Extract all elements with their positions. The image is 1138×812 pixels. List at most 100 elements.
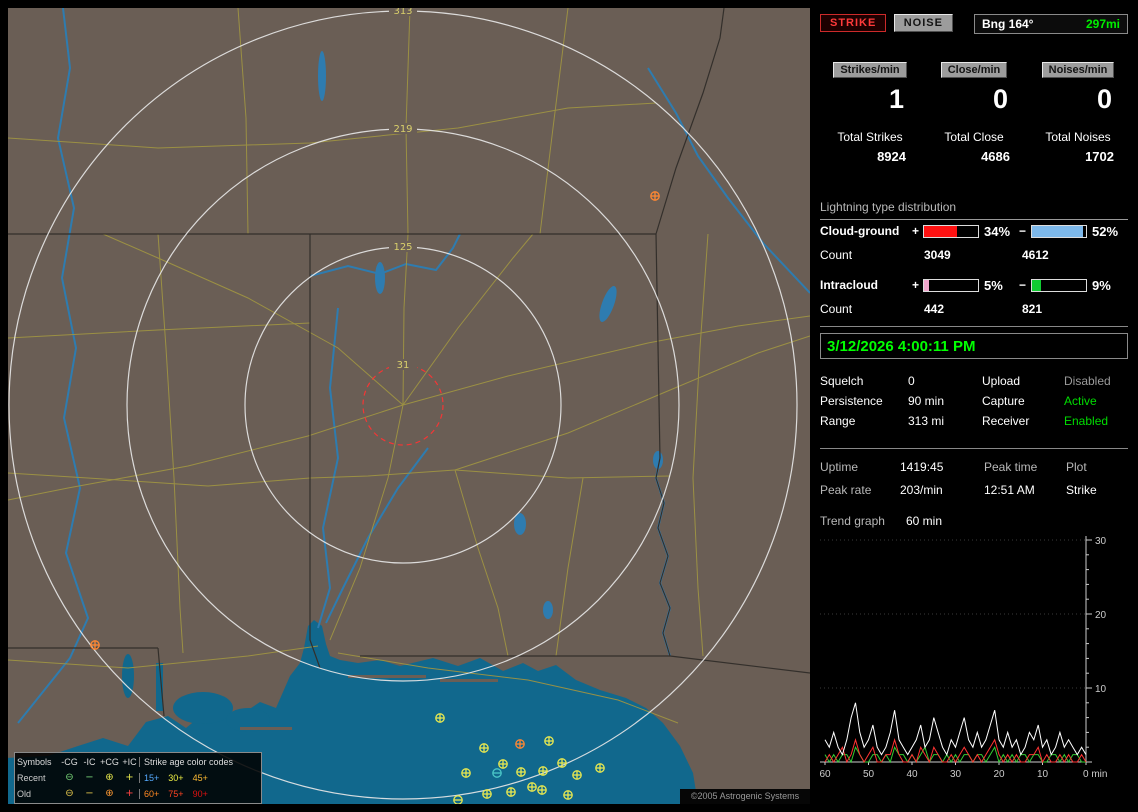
trend-graph-header: Trend graph 60 min bbox=[820, 514, 942, 528]
peak-time-label: Peak time bbox=[984, 460, 1038, 474]
cloud-ground-counts: Count 3049 4612 bbox=[820, 248, 1130, 262]
cloud-ground-plus-bar bbox=[923, 224, 979, 238]
range-value: 313 mi bbox=[908, 414, 945, 428]
plot-label: Plot bbox=[1066, 460, 1087, 474]
noises-per-min-value: 0 bbox=[1096, 84, 1112, 114]
persistence-value: 90 min bbox=[908, 394, 945, 408]
totals-row: Total Strikes 8924 Total Close 4686 Tota… bbox=[818, 130, 1130, 164]
svg-text:30: 30 bbox=[1095, 536, 1107, 547]
distribution-title: Lightning type distribution bbox=[820, 200, 1128, 220]
status-panel: STRIKE NOISE Bng 164° 297mi Strikes/min … bbox=[818, 8, 1130, 804]
age-45: 45+ bbox=[192, 773, 208, 783]
total-strikes-value: 8924 bbox=[877, 149, 906, 164]
upload-label: Upload bbox=[982, 374, 1021, 388]
pos-cg-old-icon: ⊕ bbox=[105, 788, 114, 799]
age-60: 60+ bbox=[144, 789, 160, 799]
svg-text:30: 30 bbox=[950, 769, 962, 780]
neg-cg-old-icon: ⊖ bbox=[65, 788, 74, 799]
cloud-ground-plus-pct: 34% bbox=[984, 223, 1011, 239]
svg-text:10: 10 bbox=[1037, 769, 1049, 780]
rate-buttons-row: Strikes/min Close/min Noises/min bbox=[818, 62, 1130, 78]
intracloud-minus-pct: 9% bbox=[1092, 277, 1111, 293]
close-per-min-button[interactable]: Close/min bbox=[940, 62, 1008, 78]
peak-rate-label: Peak rate bbox=[820, 483, 872, 497]
intracloud-row: Intracloud + 5% − 9% bbox=[820, 277, 1130, 293]
neg-ic-old-icon: − bbox=[85, 788, 94, 799]
receiver-label: Receiver bbox=[982, 414, 1030, 428]
minus-sign: − bbox=[1019, 224, 1027, 238]
intracloud-plus-bar bbox=[923, 278, 979, 292]
pos-cg-recent-icon: ⊕ bbox=[105, 772, 114, 783]
peak-time-value: 12:51 AM bbox=[984, 483, 1035, 497]
strike-indicator-button[interactable]: STRIKE bbox=[820, 14, 887, 32]
close-per-min-value: 0 bbox=[992, 84, 1008, 114]
intracloud-counts: Count 442 821 bbox=[820, 302, 1130, 316]
count-label: Count bbox=[820, 302, 853, 316]
svg-text:40: 40 bbox=[906, 769, 918, 780]
bearing-value: Bng 164° bbox=[982, 17, 1034, 31]
intracloud-minus-bar bbox=[1031, 278, 1087, 292]
old-age-codes: 60+ 75+ 90+ bbox=[139, 789, 259, 799]
bearing-range-value: 297mi bbox=[1085, 17, 1120, 31]
intracloud-label: Intracloud bbox=[820, 278, 879, 292]
total-strikes-label: Total Strikes bbox=[837, 130, 903, 144]
cloud-ground-row: Cloud-ground + 34% − 52% bbox=[820, 223, 1130, 239]
datetime-display: 3/12/2026 4:00:11 PM bbox=[820, 333, 1128, 359]
uptime-value: 1419:45 bbox=[900, 460, 944, 474]
receiver-status: Enabled bbox=[1064, 414, 1109, 428]
total-close-value: 4686 bbox=[981, 149, 1010, 164]
svg-text:313: 313 bbox=[393, 8, 412, 17]
divider bbox=[820, 448, 1128, 449]
age-90: 90+ bbox=[192, 789, 208, 799]
cloud-ground-plus-count: 3049 bbox=[924, 248, 951, 262]
legend-col-pos-cg: +CG bbox=[100, 757, 119, 767]
squelch-label: Squelch bbox=[820, 374, 864, 388]
strikes-per-min-value: 1 bbox=[888, 84, 904, 114]
legend-old-label: Old bbox=[17, 789, 32, 799]
trend-graph-label: Trend graph bbox=[820, 514, 885, 528]
map-canvas[interactable]: 313 219 125 31 bbox=[8, 8, 810, 804]
noises-per-min-button[interactable]: Noises/min bbox=[1041, 62, 1115, 78]
noise-indicator-button[interactable]: NOISE bbox=[893, 14, 953, 32]
intracloud-plus-pct: 5% bbox=[984, 277, 1003, 293]
neg-ic-recent-icon: − bbox=[85, 772, 94, 783]
svg-text:20: 20 bbox=[993, 769, 1005, 780]
cloud-ground-minus-pct: 52% bbox=[1092, 223, 1119, 239]
cloud-ground-minus-count: 4612 bbox=[1022, 248, 1049, 262]
peak-rate-value: 203/min bbox=[900, 483, 943, 497]
total-noises-label: Total Noises bbox=[1045, 130, 1111, 144]
rate-values-row: 1 0 0 bbox=[818, 84, 1130, 115]
age-30: 30+ bbox=[168, 773, 184, 783]
legend-col-neg-ic: -IC bbox=[83, 757, 96, 767]
capture-status: Active bbox=[1064, 394, 1097, 408]
plus-sign: + bbox=[912, 224, 920, 238]
cloud-ground-minus-bar bbox=[1031, 224, 1087, 238]
minus-sign: − bbox=[1019, 278, 1027, 292]
map-legend: Symbols -CG -IC +CG +IC Strike age color… bbox=[14, 752, 262, 804]
legend-recent-label: Recent bbox=[17, 773, 46, 783]
trend-window-value: 60 min bbox=[906, 514, 943, 528]
copyright-notice: ©2005 Astrogenic Systems bbox=[680, 789, 810, 804]
legend-age-title: Strike age color codes bbox=[139, 757, 259, 767]
cloud-ground-label: Cloud-ground bbox=[820, 224, 900, 238]
svg-text:31: 31 bbox=[397, 360, 410, 371]
pos-ic-recent-icon: + bbox=[125, 772, 134, 783]
total-close-label: Total Close bbox=[944, 130, 1004, 144]
svg-text:125: 125 bbox=[393, 242, 412, 253]
range-label: Range bbox=[820, 414, 856, 428]
pos-ic-old-icon: + bbox=[125, 788, 134, 799]
squelch-value: 0 bbox=[908, 374, 915, 388]
svg-text:50: 50 bbox=[863, 769, 875, 780]
legend-symbols-header: Symbols bbox=[17, 757, 52, 767]
svg-text:0 min: 0 min bbox=[1083, 769, 1107, 780]
count-label: Count bbox=[820, 248, 853, 262]
bearing-display: Bng 164° 297mi bbox=[974, 14, 1128, 34]
uptime-label: Uptime bbox=[820, 460, 859, 474]
settings-grid: Squelch 0 Upload Disabled Persistence 90… bbox=[820, 374, 1128, 434]
svg-text:20: 20 bbox=[1095, 610, 1107, 621]
strikes-per-min-button[interactable]: Strikes/min bbox=[833, 62, 907, 78]
age-75: 75+ bbox=[168, 789, 184, 799]
recent-age-codes: 15+ 30+ 45+ bbox=[139, 773, 259, 783]
capture-label: Capture bbox=[982, 394, 1025, 408]
map-display: 313 219 125 31 Symbols -CG -IC +CG +IC Stri… bbox=[8, 8, 810, 804]
